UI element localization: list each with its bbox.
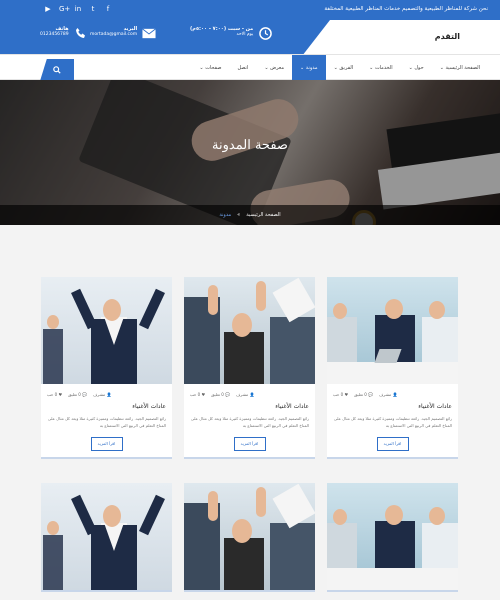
nav-item-contact[interactable]: اتصل (229, 55, 256, 81)
post-title[interactable]: عادات الأغنياء (327, 397, 458, 410)
nav-items: الصفحة الرئيسية ⌄ حول ⌄ الخدمات ⌄ الفريق… (191, 55, 488, 81)
google-plus-icon[interactable]: G+ (59, 5, 70, 13)
envelope-icon (142, 26, 156, 40)
nav-item-home[interactable]: الصفحة الرئيسية ⌄ (432, 55, 488, 81)
nav-item-blog[interactable]: مدونة ⌄ (292, 55, 326, 81)
user-icon: 👤 (106, 392, 112, 397)
tagline: نحن شركة للمناظر الطبيعية والتصميم خدمات… (324, 6, 488, 12)
breadcrumb-home[interactable]: الصفحة الرئيسية (246, 212, 281, 218)
header: من - سبت (٧:٠٠ - ٥:٠٠م) يوم الاحد البريد m… (0, 20, 500, 54)
post-image[interactable] (184, 483, 315, 590)
phone-contact: هاتف 0123456789 (40, 26, 88, 40)
comment-icon: 💬 (368, 392, 374, 397)
nav-item-services[interactable]: الخدمات ⌄ (361, 55, 400, 81)
social-links: ▶ G+ in t f (44, 5, 112, 13)
search-button[interactable] (40, 59, 74, 81)
search-icon (53, 66, 61, 74)
post-comments[interactable]: 💬 0 تعليق (211, 392, 230, 397)
nav-item-about[interactable]: حول ⌄ (401, 55, 432, 81)
post-excerpt: رائع التصميم الجيد. رائعة تنظيمات ومميزة… (47, 416, 166, 428)
post-title[interactable]: عادات الأغنياء (41, 397, 172, 410)
comment-icon: 💬 (225, 392, 231, 397)
hours-contact: من - سبت (٧:٠٠ - ٥:٠٠م) يوم الاحد (190, 26, 272, 40)
post-author[interactable]: 👤 مشرف (236, 392, 254, 397)
breadcrumb: الصفحة الرئيسية » مدونة (0, 205, 500, 225)
blog-card: 👤 مشرف 💬 0 تعليق ♥ 0 حب عادات الأغنياء ر… (41, 277, 172, 459)
main-nav: الصفحة الرئيسية ⌄ حول ⌄ الخدمات ⌄ الفريق… (0, 54, 500, 81)
post-image[interactable] (41, 483, 172, 590)
email-value[interactable]: mortada@gmail.com (90, 32, 137, 37)
page-title: صفحة المدونة (212, 138, 288, 153)
post-meta: 👤 مشرف 💬 0 تعليق ♥ 0 حب (41, 384, 172, 397)
comment-icon: 💬 (82, 392, 88, 397)
phone-value[interactable]: 0123456789 (40, 32, 69, 37)
blog-card (184, 483, 315, 592)
read-more-button[interactable]: اقرأ المزيد (376, 437, 409, 451)
breadcrumb-separator: » (237, 212, 241, 218)
heart-icon: ♥ (344, 392, 349, 397)
post-meta: 👤 مشرف 💬 0 تعليق ♥ 0 حب (184, 384, 315, 397)
post-comments[interactable]: 💬 0 تعليق (354, 392, 373, 397)
read-more-button[interactable]: اقرأ المزيد (233, 437, 266, 451)
nav-item-team[interactable]: الفريق ⌄ (326, 55, 362, 81)
youtube-icon[interactable]: ▶ (44, 5, 52, 13)
heart-icon: ♥ (58, 392, 63, 397)
facebook-icon[interactable]: f (104, 5, 112, 13)
blog-card (41, 483, 172, 592)
blog-card (327, 483, 458, 592)
post-likes[interactable]: ♥ 0 حب (333, 392, 348, 397)
user-icon: 👤 (249, 392, 255, 397)
read-more-button[interactable]: اقرأ المزيد (90, 437, 123, 451)
clock-icon (258, 26, 272, 40)
heart-icon: ♥ (201, 392, 206, 397)
post-comments[interactable]: 💬 0 تعليق (68, 392, 87, 397)
hours-sub: يوم الاحد (236, 32, 254, 37)
post-author[interactable]: 👤 مشرف (379, 392, 397, 397)
nav-item-pages[interactable]: صفحات ⌄ (191, 55, 229, 81)
page-hero: صفحة المدونة الصفحة الرئيسية » مدونة (0, 80, 500, 225)
blog-card: 👤 مشرف 💬 0 تعليق ♥ 0 حب عادات الأغنياء ر… (184, 277, 315, 459)
user-icon: 👤 (392, 392, 398, 397)
breadcrumb-current: مدونة (219, 212, 232, 218)
email-contact: البريد mortada@gmail.com (90, 26, 156, 40)
post-image[interactable] (184, 277, 315, 384)
post-image[interactable] (41, 277, 172, 384)
post-image[interactable] (327, 277, 458, 384)
nav-item-gallery[interactable]: معرض ⌄ (256, 55, 292, 81)
post-likes[interactable]: ♥ 0 حب (47, 392, 62, 397)
linkedin-icon[interactable]: in (74, 5, 82, 13)
blog-card: 👤 مشرف 💬 0 تعليق ♥ 0 حب عادات الأغنياء ر… (327, 277, 458, 459)
post-title[interactable]: عادات الأغنياء (184, 397, 315, 410)
twitter-icon[interactable]: t (89, 5, 97, 13)
post-excerpt: رائع التصميم الجيد. رائعة تنظيمات ومميزة… (333, 416, 452, 428)
top-bar: ▶ G+ in t f نحن شركة للمناظر الطبيعية وا… (0, 0, 500, 20)
post-image[interactable] (327, 483, 458, 590)
post-likes[interactable]: ♥ 0 حب (190, 392, 205, 397)
post-excerpt: رائع التصميم الجيد. رائعة تنظيمات ومميزة… (190, 416, 309, 428)
site-logo[interactable]: التقدم (435, 32, 460, 41)
post-author[interactable]: 👤 مشرف (93, 392, 111, 397)
phone-icon (74, 26, 88, 40)
post-meta: 👤 مشرف 💬 0 تعليق ♥ 0 حب (327, 384, 458, 397)
